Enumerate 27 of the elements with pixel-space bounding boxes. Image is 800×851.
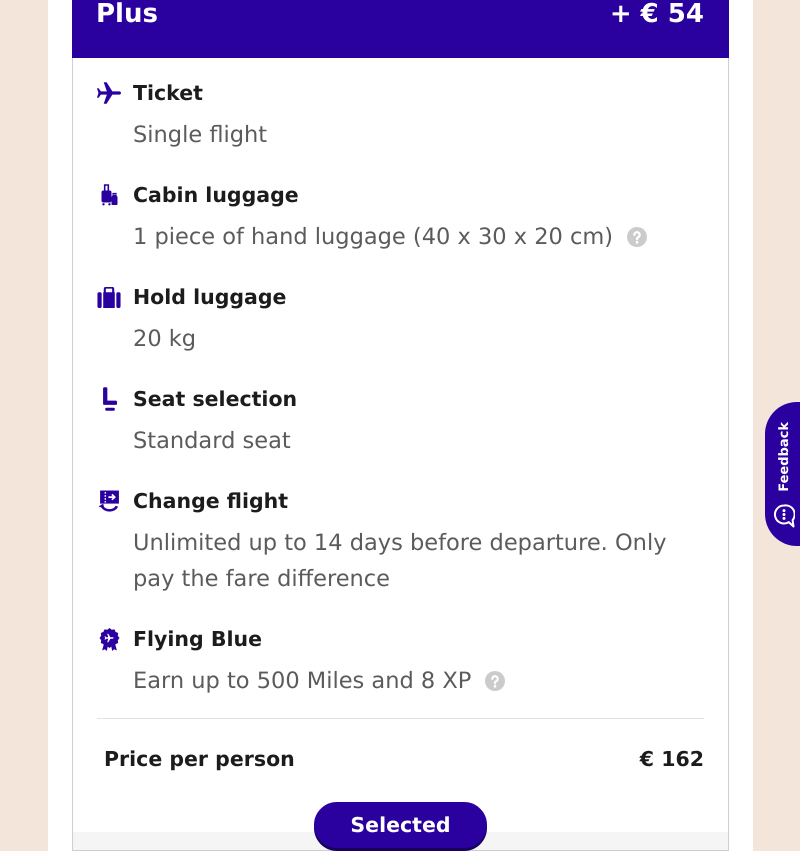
feature-description: Unlimited up to 14 days before departure. Only pay the fare difference: [133, 530, 667, 592]
ticket-swap-icon: [98, 490, 120, 512]
suitcase-icon: [97, 286, 121, 308]
price-label: Price per person: [104, 746, 295, 773]
feature-description: Single flight: [133, 122, 268, 148]
feature-title: Cabin luggage: [133, 182, 299, 209]
feature-title: Seat selection: [133, 386, 298, 413]
feature-title: Ticket: [133, 80, 203, 107]
feature-title: Hold luggage: [133, 284, 286, 311]
feature-description: 20 kg: [133, 326, 196, 352]
selected-button[interactable]: Selected: [314, 802, 487, 848]
rosette-icon: [98, 628, 120, 650]
help-icon[interactable]: [485, 671, 506, 691]
feature-description: Standard seat: [133, 428, 291, 454]
feature-description: 1 piece of hand luggage (40 x 30 x 20 cm): [133, 224, 614, 250]
feature-description: Earn up to 500 Miles and 8 XP: [133, 668, 472, 694]
airplane-icon: [97, 82, 121, 104]
feedback-tab[interactable]: Feedback: [765, 402, 800, 546]
seat-icon: [102, 387, 116, 411]
trolley-bag-icon: [100, 184, 118, 206]
chat-bubble-icon: [773, 504, 795, 528]
feature-title: Flying Blue: [133, 626, 262, 653]
fare-name: Plus: [96, 0, 158, 29]
price-value: € 162: [640, 746, 704, 773]
help-icon[interactable]: [627, 227, 648, 247]
feature-title: Change flight: [133, 488, 288, 515]
fare-price-difference: + € 54: [610, 0, 704, 29]
